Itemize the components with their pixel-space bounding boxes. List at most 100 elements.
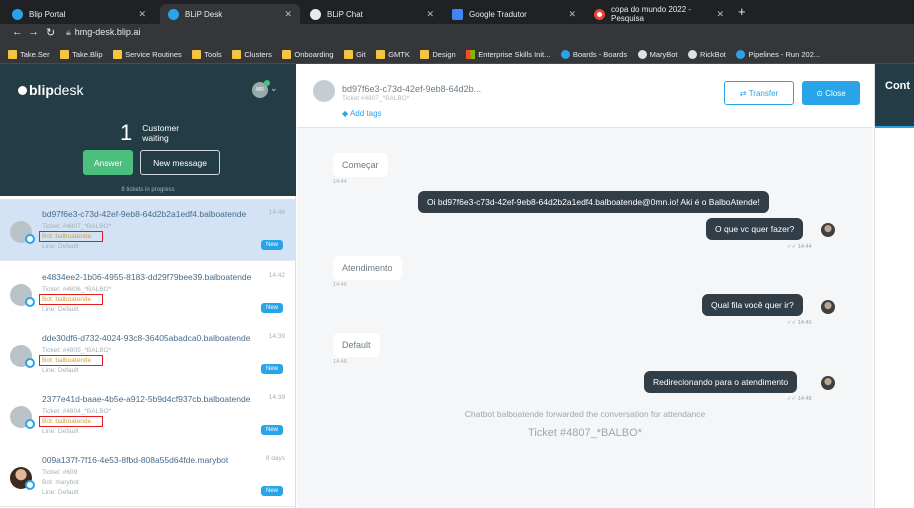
bookmark-item[interactable]: Clusters	[232, 44, 272, 63]
chat-panel: bd97f6e3-c73d-42ef-9eb8-64d2b... Ticket …	[297, 64, 873, 508]
new-message-button[interactable]: New message	[140, 150, 220, 175]
message-time-text: 14:44	[797, 244, 812, 250]
url-field[interactable]: 🔒︎ hmg-desk.blip.ai	[66, 27, 140, 38]
bookmark-label: MaryBot	[649, 49, 678, 59]
message-time: 14:44	[333, 179, 347, 185]
transfer-button[interactable]: ⇄ Transfer	[724, 81, 794, 105]
bookmark-item[interactable]: Enterprise Skills Init...	[466, 44, 550, 63]
tab-label: copa do mundo 2022 - Pesquisa	[611, 5, 692, 23]
channel-icon	[25, 234, 35, 244]
message-out: Qual fila você quer ir?	[702, 294, 803, 316]
bookmark-label: Service Routines	[125, 49, 182, 59]
tab-label: Google Tradutor	[469, 9, 527, 19]
folder-icon	[282, 49, 292, 59]
bookmark-item[interactable]: Service Routines	[113, 44, 182, 63]
tickets-in-progress-label: 8 tickets in progress	[121, 187, 175, 193]
bookmarks-bar: Take.Ser Take.Blip Service Routines Tool…	[0, 44, 914, 64]
tag-icon: ◆	[342, 109, 350, 118]
bookmark-item[interactable]: Boards - Boards	[560, 44, 628, 63]
tab-blip-chat[interactable]: BLiP Chat ✕	[302, 4, 442, 24]
message-time: ✓✓ 14:46	[787, 320, 812, 326]
new-badge: New	[260, 486, 283, 496]
blip-favicon-icon	[168, 8, 179, 20]
folder-icon	[60, 49, 70, 59]
message-out: Redirecionando para o atendimento	[644, 371, 798, 393]
new-tab-button[interactable]: +	[738, 4, 746, 20]
folder-icon	[232, 49, 242, 59]
back-icon[interactable]: ←	[12, 26, 23, 38]
ticket-item[interactable]: dde30df6-d732-4024-93c8-36405abadca0.bal…	[0, 323, 295, 385]
tab-blip-portal[interactable]: Blip Portal ✕	[4, 4, 154, 24]
bookmark-item[interactable]: MaryBot	[637, 44, 678, 63]
lock-icon: 🔒︎	[66, 27, 71, 37]
bookmark-item[interactable]: Pipelines - Run 202...	[736, 44, 821, 63]
bookmark-item[interactable]: RickBot	[688, 44, 726, 63]
bookmark-item[interactable]: Design	[420, 44, 456, 63]
blip-chat-favicon-icon	[310, 8, 321, 20]
highlight-box	[39, 355, 103, 366]
microsoft-icon	[466, 49, 476, 59]
add-tags-link[interactable]: ◆ Add tags	[342, 109, 382, 118]
bookmark-item[interactable]: Take.Blip	[60, 44, 103, 63]
contact-panel: Cont	[874, 64, 914, 508]
bookmark-label: Pipelines - Run 202...	[748, 49, 821, 59]
bookmark-label: Boards - Boards	[572, 49, 628, 59]
message-time: ✓✓ 14:44	[787, 244, 812, 250]
ticket-item[interactable]: bd97f6e3-c73d-42ef-9eb8-64d2b2a1edf4.bal…	[0, 199, 295, 261]
azure-boards-icon	[560, 49, 570, 59]
bookmark-label: Design	[432, 49, 456, 59]
ticket-time: 8 days	[265, 455, 285, 462]
close-tab-icon[interactable]: ✕	[716, 9, 724, 20]
ticket-item[interactable]: 2377e41d-baae-4b5e-a912-5b9d4cf937cb.bal…	[0, 384, 295, 446]
ticket-item[interactable]: e4834ee2-1b06-4955-8183-dd29f79bee39.bal…	[0, 262, 295, 324]
highlight-box	[39, 231, 103, 242]
highlight-box	[39, 416, 103, 427]
google-translate-icon	[452, 8, 463, 20]
close-tab-icon[interactable]: ✕	[568, 9, 576, 20]
active-tab-indicator	[875, 126, 914, 128]
close-tab-icon[interactable]: ✕	[426, 9, 434, 20]
bookmark-item[interactable]: Onboarding	[282, 44, 334, 63]
close-tab-icon[interactable]: ✕	[138, 9, 146, 20]
bookmark-item[interactable]: Git	[344, 44, 366, 63]
bookmark-item[interactable]: Tools	[192, 44, 222, 63]
answer-button[interactable]: Answer	[83, 150, 133, 175]
close-button[interactable]: ⊙ Close	[802, 81, 860, 105]
contact-avatar	[10, 467, 35, 490]
highlight-box	[39, 294, 103, 305]
ticket-title: e4834ee2-1b06-4955-8183-dd29f79bee39.bal…	[42, 272, 252, 282]
close-tab-icon[interactable]: ✕	[284, 9, 292, 20]
tab-blip-desk[interactable]: BLiP Desk ✕	[160, 4, 300, 24]
forward-note: Chatbot balboatende forwarded the conver…	[464, 409, 706, 419]
ticket-time: 14:39	[268, 333, 285, 340]
message-in: Atendimento	[333, 256, 402, 280]
folder-icon	[420, 49, 430, 59]
forward-icon[interactable]: →	[28, 26, 39, 38]
waiting-label-line1: Customer	[142, 123, 180, 133]
check-circle-icon: ⊙	[816, 88, 826, 98]
contact-panel-title: Cont	[875, 64, 914, 128]
bot-avatar	[821, 300, 835, 314]
customers-waiting: 1 Customer waiting	[120, 120, 179, 146]
bookmark-item[interactable]: GMTK	[376, 44, 410, 63]
ticket-number: Ticket: #4806_*BALBO*	[42, 286, 112, 293]
ticket-item[interactable]: 009a137f-7f16-4e53-8fbd-808a55d64fde.mar…	[0, 445, 295, 507]
reload-icon[interactable]: ↻	[46, 26, 55, 39]
transfer-label: Transfer	[748, 88, 779, 98]
tab-google-search[interactable]: copa do mundo 2022 - Pesquisa ✕	[586, 4, 732, 24]
blipdesk-logo: blip desk	[18, 82, 83, 98]
bot-avatar	[821, 223, 835, 237]
contact-avatar	[10, 284, 35, 307]
bookmark-label: Take.Ser	[20, 49, 50, 59]
pipelines-icon	[736, 49, 746, 59]
tab-google-tradutor[interactable]: Google Tradutor ✕	[444, 4, 584, 24]
ticket-number: Ticket: #609	[42, 469, 78, 476]
user-avatar[interactable]: MR	[252, 80, 270, 98]
folder-icon	[113, 49, 123, 59]
folder-icon	[376, 49, 386, 59]
folder-icon	[192, 49, 202, 59]
bookmark-item[interactable]: Take.Ser	[8, 44, 50, 63]
ticket-line: Line: Default	[42, 306, 79, 313]
message-time: ✓✓ 14:48	[787, 396, 812, 402]
chevron-down-icon[interactable]: ⌄	[270, 83, 278, 94]
